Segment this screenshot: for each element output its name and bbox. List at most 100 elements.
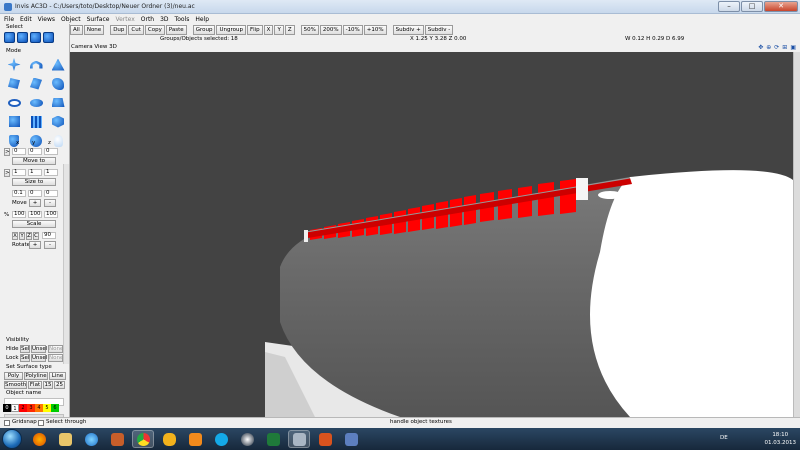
surface-line-button[interactable]: Line: [49, 372, 66, 380]
media-player-icon[interactable]: [184, 430, 206, 448]
window-icon[interactable]: [340, 430, 362, 448]
mode-circle-icon[interactable]: [4, 95, 24, 110]
rotate-z-button[interactable]: Z: [26, 232, 32, 240]
3d-viewport[interactable]: [70, 52, 793, 417]
menu-orth[interactable]: Orth: [141, 16, 154, 23]
view-zoom-icon[interactable]: ⊕: [766, 44, 771, 51]
menu-tools[interactable]: Tools: [175, 16, 190, 23]
view-reset-icon[interactable]: ▣: [790, 44, 796, 51]
scale-plus10-button[interactable]: +10%: [363, 25, 387, 35]
scale-50-button[interactable]: 50%: [300, 25, 319, 35]
chrome-icon[interactable]: [132, 430, 154, 448]
shade-smooth-button[interactable]: Smooth: [4, 381, 27, 389]
cut-button[interactable]: Cut: [128, 25, 144, 35]
move-step-z-field[interactable]: 0: [44, 190, 58, 197]
shade-flat-button[interactable]: Flat: [28, 381, 42, 389]
select-through-checkbox[interactable]: [38, 420, 44, 426]
menu-3d[interactable]: 3D: [160, 16, 168, 23]
surface-poly-button[interactable]: Poly: [4, 372, 23, 380]
view-rotate-icon[interactable]: ⟳: [774, 44, 779, 51]
view-fit-icon[interactable]: ⊞: [782, 44, 787, 51]
select-surface-icon[interactable]: [30, 32, 41, 43]
scale-200-button[interactable]: 200%: [319, 25, 342, 35]
crease-25-button[interactable]: 25: [54, 381, 65, 389]
flip-x-button[interactable]: X: [263, 25, 274, 35]
size-z-field[interactable]: 1: [44, 169, 58, 176]
lock-none-button[interactable]: None: [48, 354, 63, 362]
duplicate-button[interactable]: Dup: [110, 25, 128, 35]
mode-rectangle-icon[interactable]: [48, 95, 68, 110]
mode-move-icon[interactable]: [4, 57, 24, 72]
mode-bend-icon[interactable]: [48, 76, 68, 91]
gridsnap-checkbox[interactable]: [4, 420, 10, 426]
hide-unsel-button[interactable]: Unsel: [31, 345, 47, 353]
size-x-field[interactable]: 1: [12, 169, 26, 176]
palette-swatch-4[interactable]: 4: [35, 404, 43, 412]
palette-swatch-5[interactable]: 5: [43, 404, 51, 412]
select-all-button[interactable]: All: [70, 25, 83, 35]
copy-button[interactable]: Copy: [144, 25, 165, 35]
menu-views[interactable]: Views: [38, 16, 55, 23]
lock-sel-button[interactable]: Sel: [20, 354, 30, 362]
menu-edit[interactable]: Edit: [20, 16, 32, 23]
mode-extrude-icon[interactable]: [4, 76, 24, 91]
viewport-scrollbar[interactable]: [793, 52, 800, 417]
menu-vertex[interactable]: Vertex: [115, 16, 134, 23]
subdiv-plus-button[interactable]: Subdiv +: [392, 25, 424, 35]
subdiv-minus-button[interactable]: Subdiv -: [424, 25, 454, 35]
move-plus-button[interactable]: +: [29, 199, 41, 207]
menu-help[interactable]: Help: [195, 16, 209, 23]
scale-y-field[interactable]: 100: [28, 211, 42, 218]
rotate-minus-button[interactable]: -: [44, 241, 56, 249]
pinwheel-icon[interactable]: [158, 430, 180, 448]
mode-cylinder-icon[interactable]: [4, 133, 24, 148]
steam-icon[interactable]: [236, 430, 258, 448]
palette-swatch-2[interactable]: 2: [19, 404, 27, 412]
palette-swatch-1[interactable]: 1: [11, 404, 19, 412]
select-none-button[interactable]: None: [83, 25, 105, 35]
ungroup-button[interactable]: Ungroup: [216, 25, 246, 35]
select-vertex-icon[interactable]: [43, 32, 54, 43]
mode-disc-icon[interactable]: [26, 95, 46, 110]
size-to-button[interactable]: Size to: [12, 178, 56, 186]
system-clock[interactable]: 18:10 01.03.2013: [765, 431, 797, 447]
explorer-icon[interactable]: [54, 430, 76, 448]
group-button[interactable]: Group: [192, 25, 216, 35]
move-arrow-button[interactable]: >: [4, 148, 10, 156]
move-to-button[interactable]: Move to: [12, 157, 56, 165]
close-button[interactable]: ✕: [764, 1, 798, 12]
start-button-icon[interactable]: [2, 429, 22, 449]
move-step-x-field[interactable]: 0.1: [12, 190, 26, 197]
surface-polyline-button[interactable]: Polyline: [24, 372, 48, 380]
rotate-x-button[interactable]: X: [12, 232, 18, 240]
view-pan-icon[interactable]: ✥: [758, 44, 763, 51]
media-icon[interactable]: [106, 430, 128, 448]
hide-sel-button[interactable]: Sel: [20, 345, 30, 353]
hide-none-button[interactable]: None: [48, 345, 63, 353]
menu-file[interactable]: File: [4, 16, 14, 23]
mode-twist-icon[interactable]: [26, 76, 46, 91]
move-z-field[interactable]: 0: [44, 148, 58, 155]
scale-minus10-button[interactable]: -10%: [342, 25, 363, 35]
rotate-c-button[interactable]: C: [33, 232, 39, 240]
palette-swatch-0[interactable]: 0: [3, 404, 11, 412]
rotate-plus-button[interactable]: +: [29, 241, 41, 249]
flip-z-button[interactable]: Z: [284, 25, 295, 35]
mode-mesh-icon[interactable]: [26, 114, 46, 129]
lock-unsel-button[interactable]: Unsel: [31, 354, 47, 362]
mode-rotate-icon[interactable]: [26, 57, 46, 72]
size-y-field[interactable]: 1: [28, 169, 42, 176]
flip-button[interactable]: Flip: [246, 25, 263, 35]
menu-object[interactable]: Object: [61, 16, 81, 23]
mode-cube-icon[interactable]: [48, 114, 68, 129]
mode-sphere-icon[interactable]: [26, 133, 46, 148]
move-step-y-field[interactable]: 0: [28, 190, 42, 197]
maximize-button[interactable]: □: [741, 1, 763, 12]
palette-swatch-6[interactable]: 6: [51, 404, 59, 412]
mode-light-icon[interactable]: [48, 133, 68, 148]
skype-icon[interactable]: [210, 430, 232, 448]
mode-box-icon[interactable]: [4, 114, 24, 129]
select-group-icon[interactable]: [4, 32, 15, 43]
size-arrow-button[interactable]: >: [4, 169, 10, 177]
scale-z-field[interactable]: 100: [44, 211, 58, 218]
